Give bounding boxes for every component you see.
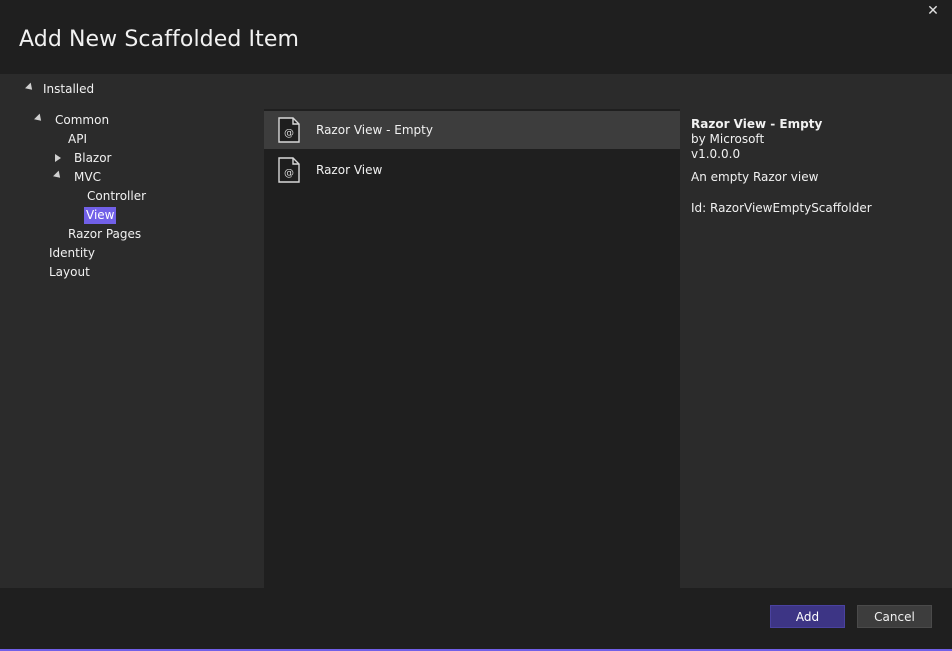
add-button[interactable]: Add [770,605,845,628]
template-list: @ Razor View - Empty @ Razor View [264,109,680,588]
dialog-body: Installed Common API Blazor MVC Controll… [0,74,952,588]
expand-arrow-icon[interactable] [53,170,63,181]
details-name: Razor View - Empty [691,117,823,131]
expand-arrow-icon[interactable] [34,113,44,124]
tree-item-common[interactable]: Common [34,111,111,129]
expand-arrow-icon[interactable] [25,82,35,93]
close-button[interactable]: ✕ [924,2,942,20]
tree-item-layout[interactable]: Layout [47,263,92,281]
tree-item-label: API [68,131,87,146]
tree-item-api[interactable]: API [66,130,89,148]
razor-file-icon: @ [278,157,300,183]
template-item-razor-view[interactable]: @ Razor View [264,151,680,189]
tree-item-label: Layout [49,264,90,279]
details-description: An empty Razor view [691,170,819,184]
tree-item-label: Blazor [74,150,112,165]
template-details: Razor View - Empty by Microsoft v1.0.0.0… [691,117,941,216]
details-version: v1.0.0.0 [691,147,741,161]
template-item-razor-view-empty[interactable]: @ Razor View - Empty [264,111,680,149]
tree-item-controller[interactable]: Controller [85,187,148,205]
tree-item-label: View [84,206,117,224]
svg-text:@: @ [284,128,294,139]
close-icon: ✕ [927,3,939,19]
tree-item-label: Common [55,112,110,127]
tree-item-razor-pages[interactable]: Razor Pages [66,225,143,243]
cancel-button[interactable]: Cancel [857,605,932,628]
template-label: Razor View - Empty [316,123,433,137]
dialog-title: Add New Scaffolded Item [19,27,300,52]
collapsed-arrow-icon[interactable] [55,154,61,162]
tree-item-label: Razor Pages [68,226,142,241]
tree-item-blazor[interactable]: Blazor [53,149,114,167]
tree-item-view[interactable]: View [84,206,117,224]
dialog-footer: Add Cancel [0,588,952,651]
tree-root-label: Installed [43,82,95,96]
details-id: Id: RazorViewEmptyScaffolder [691,201,872,215]
svg-text:@: @ [284,168,294,179]
tree-item-label: Controller [87,188,147,203]
tree-item-mvc[interactable]: MVC [53,168,103,186]
tree-item-label: Identity [49,245,95,260]
details-author: by Microsoft [691,132,765,146]
dialog-title-bar: Add New Scaffolded Item ✕ [0,0,952,74]
tree-root-installed[interactable]: Installed [25,82,95,96]
tree-item-label: MVC [74,169,101,184]
template-label: Razor View [316,163,383,177]
razor-file-icon: @ [278,117,300,143]
tree-item-identity[interactable]: Identity [47,244,97,262]
